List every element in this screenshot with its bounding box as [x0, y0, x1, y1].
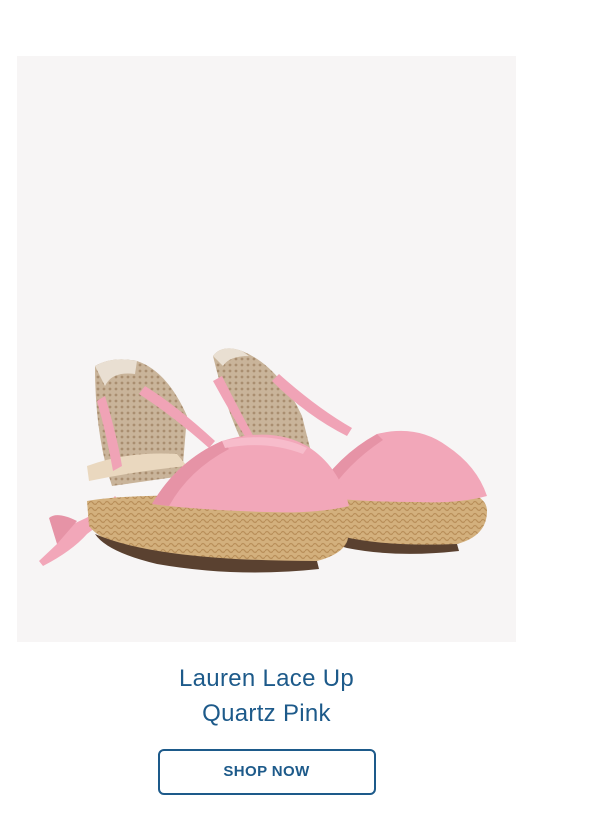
- product-name-line[interactable]: Lauren Lace Up: [17, 661, 516, 696]
- product-image[interactable]: [17, 56, 516, 642]
- product-card: Lauren Lace Up Quartz Pink SHOP NOW: [17, 56, 516, 795]
- product-title[interactable]: Lauren Lace Up Quartz Pink: [17, 661, 516, 731]
- left-espadrille: [39, 359, 349, 573]
- espadrille-illustration: [39, 348, 487, 573]
- product-color-line[interactable]: Quartz Pink: [17, 696, 516, 731]
- shop-now-button[interactable]: SHOP NOW: [157, 749, 376, 795]
